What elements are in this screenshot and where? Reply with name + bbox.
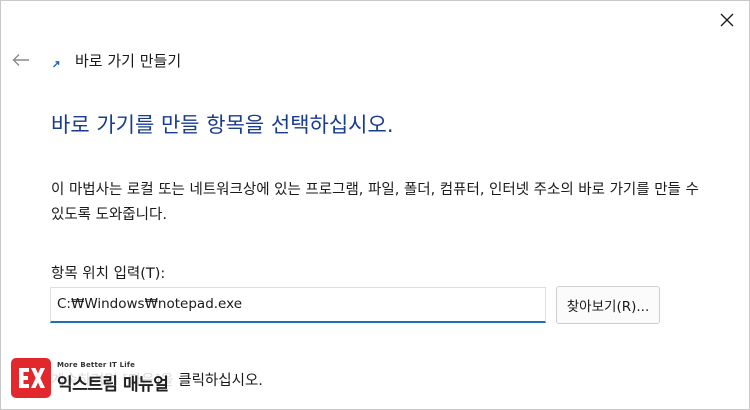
create-shortcut-dialog: 바로 가기 만들기 바로 가기를 만들 항목을 선택하십시오. 이 마법사는 로… — [0, 0, 750, 410]
watermark-tagline: More Better IT Life — [57, 361, 136, 369]
watermark-name: 익스트림 매뉴얼 — [57, 375, 169, 395]
wizard-header: 바로 가기 만들기 — [11, 45, 181, 75]
back-button[interactable] — [11, 50, 31, 70]
close-button[interactable] — [713, 7, 741, 33]
watermark-logo — [11, 358, 51, 398]
wizard-description: 이 마법사는 로컬 또는 네트워크상에 있는 프로그램, 파일, 폴더, 컴퓨터… — [51, 182, 699, 223]
location-field-label: 항목 위치 입력(T): — [51, 266, 166, 282]
browse-button[interactable]: 찾아보기(R)... — [556, 286, 660, 324]
ex-logo-icon — [19, 368, 45, 388]
watermark-text: More Better IT Life 익스트림 매뉴얼 — [57, 361, 169, 395]
location-input[interactable] — [50, 287, 546, 323]
wizard-title: 바로 가기 만들기 — [75, 51, 182, 70]
arrow-left-icon — [12, 54, 29, 66]
close-icon — [720, 13, 734, 27]
shortcut-arrow-icon — [51, 59, 61, 69]
watermark: More Better IT Life 익스트림 매뉴얼 — [11, 353, 179, 403]
page-heading: 바로 가기를 만들 항목을 선택하십시오. — [51, 113, 394, 137]
